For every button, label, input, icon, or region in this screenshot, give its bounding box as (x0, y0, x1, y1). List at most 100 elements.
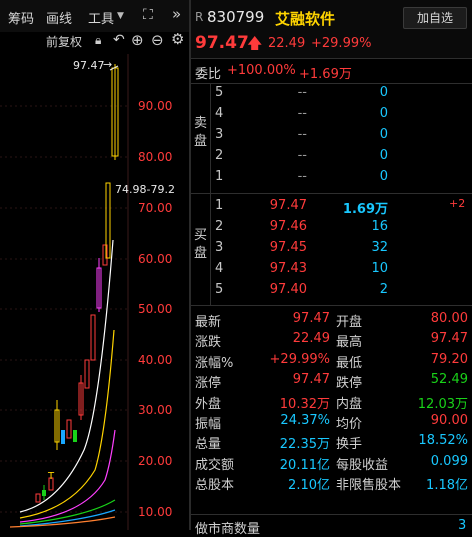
stat-value: 80.00 (430, 311, 468, 326)
add-watchlist-button[interactable]: 加自选 (403, 7, 467, 29)
webi-label: 委比 (195, 67, 222, 82)
stat-key: 每股收益 (336, 457, 389, 473)
stat-key: 涨幅% (195, 355, 234, 371)
stat-value: 1.18亿 (426, 478, 468, 494)
stat-value: 24.37% (280, 413, 330, 428)
y-tick: 10.00 (138, 505, 173, 519)
y-tick: 40.00 (138, 353, 173, 367)
market-maker-label: 做市商数量 (195, 522, 261, 537)
y-tick: 80.00 (138, 150, 173, 164)
sell-row-5[interactable]: 5 -- 0 (191, 85, 472, 106)
stat-value: 97.47 (430, 331, 468, 347)
stat-row: 振幅 24.37% 均价 90.00 (191, 413, 472, 433)
sell-row-2[interactable]: 2 -- 0 (191, 148, 472, 169)
stat-row: 涨跌 22.49 最高 97.47 (191, 331, 472, 351)
last-price: 97.47 (195, 33, 249, 53)
market-maker-value: 3 (458, 518, 467, 533)
y-tick: 20.00 (138, 454, 173, 468)
stat-key: 最新 (195, 315, 222, 330)
stat-row: 总股本 2.10亿 非限售股本 1.18亿 (191, 474, 472, 494)
chevron-down-icon[interactable]: ▼ (117, 11, 124, 21)
stat-key: 成交额 (195, 457, 235, 473)
stat-key: 均价 (336, 417, 363, 432)
sell-row-4[interactable]: 4 -- 0 (191, 106, 472, 127)
stat-value: 2.10亿 (288, 478, 330, 494)
stat-value: 90.00 (430, 413, 468, 428)
stat-row: 总量 22.35万 换手 18.52% (191, 433, 472, 453)
buy-row-5[interactable]: 5 97.40 2 (191, 282, 472, 303)
stat-value: 22.49 (292, 331, 330, 347)
sell-row-3[interactable]: 3 -- 0 (191, 127, 472, 148)
quote-stats: 最新 97.47 开盘 80.00 涨跌 22.49 最高 97.47 涨幅% +29.99% 最低… (191, 307, 472, 515)
zoom-out-icon[interactable]: ⊖ (151, 31, 164, 49)
stock-name: 艾融软件 (275, 10, 336, 28)
high-marker: 97.47 (73, 59, 105, 72)
buy-row-2[interactable]: 2 97.46 16 (191, 219, 472, 240)
stat-row: 涨停 97.47 跌停 52.49 (191, 372, 472, 392)
expand-right-icon[interactable]: » (172, 5, 181, 23)
settings-gear-icon[interactable]: ⚙ (171, 30, 184, 48)
sell-row-1[interactable]: 1 -- 0 (191, 169, 472, 190)
change-pct: +29.99% (311, 36, 372, 51)
stat-value: 22.35万 (279, 437, 330, 453)
stat-row: 外盘 10.32万 内盘 12.03万 (191, 393, 472, 413)
menu-tools[interactable]: 工具 (88, 8, 114, 27)
stat-value: 18.52% (418, 433, 468, 449)
stat-key: 最高 (336, 335, 363, 351)
stock-code: 830799 (207, 8, 265, 26)
stat-value: 0.099 (430, 453, 468, 469)
stock-header: R 830799 艾融软件 加自选 97.47 🡅 22.49 +29.99% (191, 0, 472, 58)
y-axis: 90.00 80.00 70.00 60.00 50.00 40.00 30.0… (128, 54, 188, 530)
menu-draw[interactable]: 画线 (46, 8, 72, 27)
stat-key: 最低 (336, 355, 363, 371)
stat-value: 52.49 (430, 372, 468, 388)
zoom-in-icon[interactable]: ⊕ (131, 31, 144, 49)
stat-row: 涨幅% +29.99% 最低 79.20 (191, 352, 472, 372)
t-marker: T (48, 471, 55, 482)
stat-value: 20.11亿 (279, 457, 330, 473)
up-arrow-icon: 🡅 (247, 34, 263, 52)
stat-key: 总股本 (195, 478, 235, 494)
buy-row-3[interactable]: 3 97.45 32 (191, 240, 472, 261)
webi-row: 委比 +100.00% +1.69万 (191, 58, 472, 84)
candles (35, 64, 119, 503)
menu-chips[interactable]: 筹码 (8, 8, 34, 27)
y-tick: 50.00 (138, 302, 173, 316)
stat-value: +29.99% (269, 351, 330, 367)
y-tick: 30.00 (138, 403, 173, 417)
high-arrow-icon: → (103, 58, 113, 71)
stat-key: 总量 (195, 437, 222, 453)
stat-value: 12.03万 (417, 396, 468, 412)
change-value: 22.49 (268, 36, 306, 51)
stat-key: 跌停 (336, 376, 363, 392)
stat-key: 振幅 (195, 417, 222, 432)
y-tick: 70.00 (138, 201, 173, 215)
stat-key: 外盘 (195, 396, 222, 412)
stat-value: 79.20 (430, 351, 468, 367)
buy-row-1[interactable]: 1 97.47 1.69万 (191, 198, 472, 219)
stat-key: 换手 (336, 437, 363, 453)
stat-row: 成交额 20.11亿 每股收益 0.099 (191, 454, 472, 474)
stat-key: 内盘 (336, 396, 363, 412)
stat-value: 97.47 (292, 372, 330, 388)
stat-row: 最新 97.47 开盘 80.00 (191, 311, 472, 331)
chart-toolbar: 前复权 🔒︎ ↶ ⊕ ⊖ ⚙ (0, 30, 190, 54)
webi-diff: +1.69万 (299, 67, 352, 82)
stat-key: 开盘 (336, 315, 363, 330)
stat-value: 10.32万 (279, 396, 330, 412)
undo-icon[interactable]: ↶ (113, 32, 125, 48)
chart-menu-bar: 筹码 画线 工具 ▼ ⛶ » (0, 0, 190, 32)
webi-pct: +100.00% (227, 63, 296, 78)
y-tick: 90.00 (138, 99, 173, 113)
y-tick: 60.00 (138, 252, 173, 266)
badge-r: R (195, 10, 204, 24)
stat-value: 97.47 (292, 311, 330, 326)
buy-book: 买盘 +2 1 97.47 1.69万 2 97.46 16 3 97.45 3… (191, 194, 472, 306)
buy-row-4[interactable]: 4 97.43 10 (191, 261, 472, 282)
adjust-mode-label[interactable]: 前复权 (46, 33, 82, 50)
sell-book: 卖盘 5 -- 0 4 -- 0 3 -- 0 2 -- 0 1 -- 0 (191, 83, 472, 194)
fullscreen-icon[interactable]: ⛶ (143, 7, 153, 23)
stat-key: 涨跌 (195, 335, 222, 351)
lock-icon[interactable]: 🔒︎ (95, 33, 101, 48)
stat-key: 涨停 (195, 376, 222, 392)
